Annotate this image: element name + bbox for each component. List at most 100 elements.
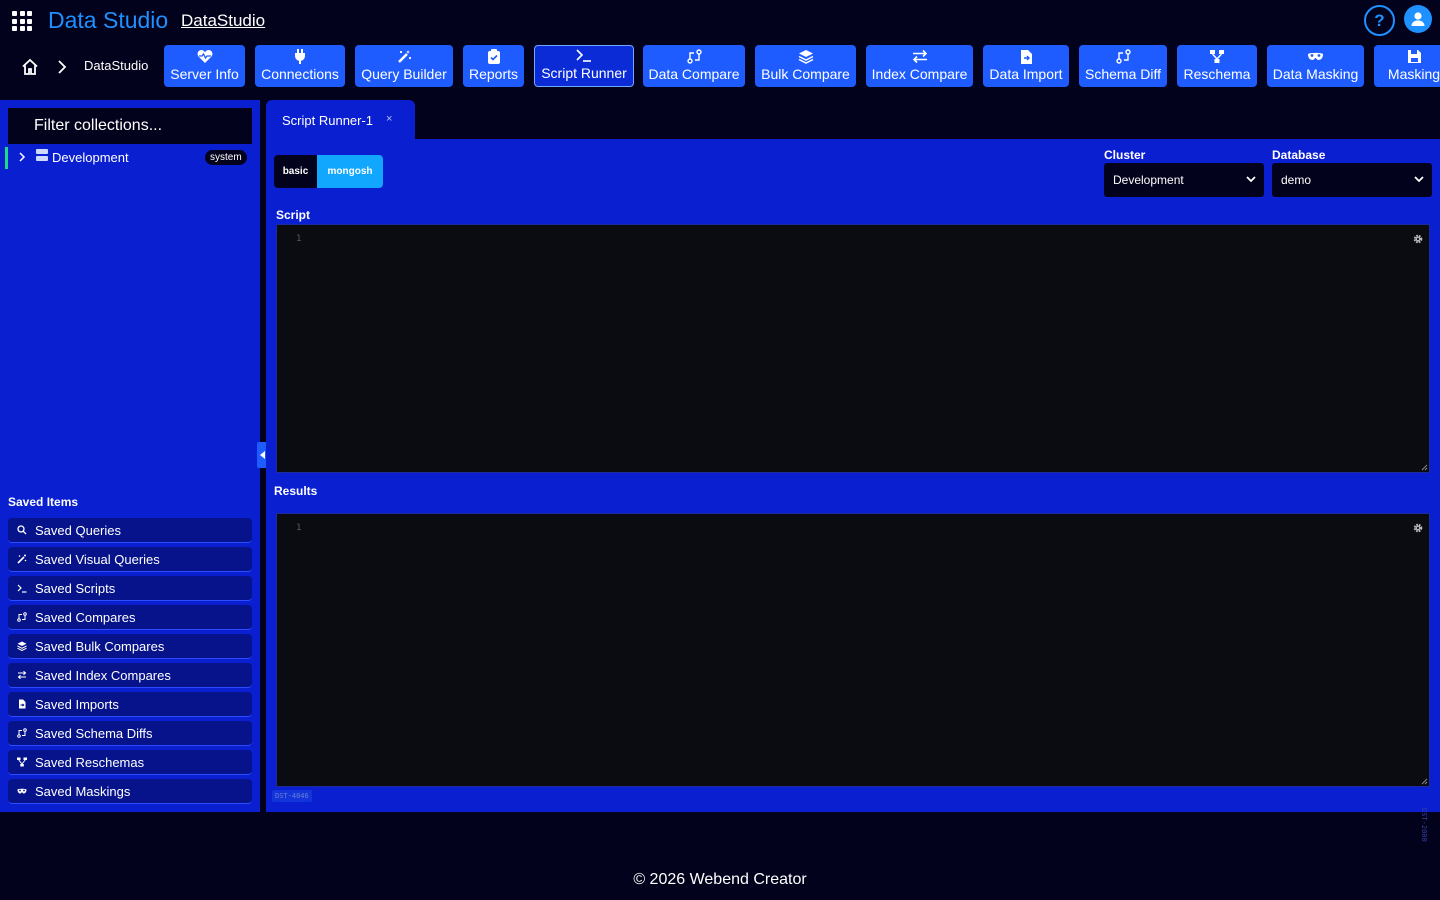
arrows-swap-icon — [17, 670, 27, 680]
tool-label: Data Masking — [1272, 66, 1359, 82]
saved-visual-queries-item[interactable]: Saved Visual Queries — [8, 547, 252, 572]
footer-copyright: © 2026 Webend Creator — [633, 871, 807, 888]
saved-imports-item[interactable]: Saved Imports — [8, 692, 252, 717]
tool-label: Server Info — [170, 66, 239, 82]
saved-reschemas-item[interactable]: Saved Reschemas — [8, 750, 252, 775]
saved-items-heading: Saved Items — [8, 495, 79, 509]
saved-item-label: Saved Scripts — [35, 580, 116, 596]
tool-label: Data Compare — [648, 66, 740, 82]
tool-label: Masking — [1387, 66, 1440, 82]
saved-item-label: Saved Reschemas — [35, 754, 145, 770]
resize-handle-icon[interactable] — [1420, 463, 1428, 471]
side-build-tag: DST-2000 — [1420, 808, 1428, 842]
saved-index-compares-item[interactable]: Saved Index Compares — [8, 663, 252, 688]
app-home-link[interactable]: DataStudio — [181, 11, 265, 31]
chevron-down-icon — [1246, 176, 1256, 183]
diagram-icon — [1210, 50, 1224, 63]
saved-items-list: Saved Queries Saved Visual Queries Saved… — [8, 518, 252, 808]
home-icon[interactable] — [20, 57, 40, 77]
tool-query-builder-button[interactable]: Query Builder — [355, 45, 453, 87]
line-number: 1 — [296, 523, 302, 533]
cluster-label: Cluster — [1104, 148, 1146, 162]
script-runner-panel: basic mongosh Cluster Development Databa… — [266, 139, 1440, 812]
mode-mongosh-button[interactable]: mongosh — [317, 155, 383, 188]
arrows-swap-icon — [912, 49, 927, 64]
saved-queries-item[interactable]: Saved Queries — [8, 518, 252, 543]
tab-label: Script Runner-1 — [282, 113, 374, 128]
cluster-select[interactable]: Development — [1104, 163, 1264, 197]
saved-item-label: Saved Imports — [35, 696, 119, 712]
sidebar: Development system Saved Items Saved Que… — [0, 100, 260, 812]
magic-wand-icon — [17, 554, 27, 564]
tool-data-import-button[interactable]: Data Import — [983, 45, 1069, 87]
file-import-icon — [1020, 50, 1032, 64]
database-select[interactable]: demo — [1272, 163, 1432, 197]
tool-label: Reports — [468, 66, 519, 82]
saved-compares-item[interactable]: Saved Compares — [8, 605, 252, 630]
resize-handle-icon[interactable] — [1420, 777, 1428, 785]
script-editor[interactable]: 1 — [276, 224, 1430, 473]
tool-label: Reschema — [1183, 66, 1251, 82]
top-bar: Data Studio DataStudio ? — [0, 0, 1440, 42]
save-icon — [1407, 50, 1421, 63]
saved-item-label: Saved Index Compares — [35, 667, 171, 683]
heart-pulse-icon — [197, 50, 212, 63]
script-label: Script — [276, 208, 311, 222]
tab-close-button[interactable]: × — [386, 113, 392, 125]
user-avatar-button[interactable] — [1404, 5, 1432, 33]
tree-item-label: Development — [52, 150, 129, 165]
file-import-icon — [19, 699, 26, 709]
help-button[interactable]: ? — [1364, 5, 1395, 36]
saved-item-label: Saved Compares — [35, 609, 136, 625]
compare-icon — [17, 728, 27, 738]
saved-bulk-compares-item[interactable]: Saved Bulk Compares — [8, 634, 252, 659]
chevron-right-icon[interactable] — [18, 151, 26, 163]
breadcrumb-current[interactable]: DataStudio — [84, 58, 148, 73]
tool-data-compare-button[interactable]: Data Compare — [643, 45, 745, 87]
plug-icon — [295, 49, 305, 64]
caret-left-icon — [259, 451, 265, 459]
mode-toggle: basic mongosh — [274, 155, 383, 188]
clipboard-check-icon — [487, 49, 500, 64]
tool-label: Connections — [261, 66, 339, 82]
filter-collections-input[interactable] — [8, 108, 252, 144]
saved-item-label: Saved Visual Queries — [35, 551, 160, 567]
tool-label: Bulk Compare — [761, 66, 850, 82]
tool-schema-diff-button[interactable]: Schema Diff — [1079, 45, 1167, 87]
tool-label: Script Runner — [541, 65, 627, 81]
tool-script-runner-button[interactable]: Script Runner — [534, 45, 634, 87]
tool-server-info-button[interactable]: Server Info — [164, 45, 245, 87]
system-badge: system — [205, 150, 247, 165]
saved-schema-diffs-item[interactable]: Saved Schema Diffs — [8, 721, 252, 746]
layers-icon — [17, 641, 27, 651]
results-label: Results — [274, 484, 318, 498]
gear-icon[interactable] — [1412, 233, 1424, 245]
tool-reports-button[interactable]: Reports — [463, 45, 524, 87]
mask-icon — [1308, 52, 1323, 60]
tool-reschema-button[interactable]: Reschema — [1177, 45, 1257, 87]
breadcrumb-chevron-icon — [58, 60, 67, 74]
tab-script-runner-1[interactable]: Script Runner-1 × — [266, 100, 415, 140]
tool-bulk-compare-button[interactable]: Bulk Compare — [755, 45, 856, 87]
tool-connections-button[interactable]: Connections — [255, 45, 345, 87]
search-icon — [17, 525, 27, 535]
results-editor[interactable]: 1 — [276, 513, 1430, 787]
main-area: Script Runner-1 × basic mongosh Cluster … — [266, 100, 1440, 812]
tool-data-masking-button[interactable]: Data Masking — [1267, 45, 1364, 87]
line-number: 1 — [296, 234, 302, 244]
gear-icon[interactable] — [1412, 522, 1424, 534]
compare-icon — [17, 612, 27, 622]
saved-maskings-item[interactable]: Saved Maskings — [8, 779, 252, 804]
tool-index-compare-button[interactable]: Index Compare — [866, 45, 973, 87]
tree-item-development[interactable]: Development system — [5, 147, 252, 169]
mode-basic-button[interactable]: basic — [274, 155, 317, 188]
saved-item-label: Saved Queries — [35, 522, 121, 538]
chevron-down-icon — [1414, 176, 1424, 183]
tool-label: Query Builder — [361, 66, 447, 82]
saved-item-label: Saved Maskings — [35, 783, 131, 799]
app-grid-icon[interactable] — [12, 11, 32, 31]
tool-label: Data Import — [989, 66, 1063, 82]
tool-masking-button[interactable]: Masking — [1374, 45, 1440, 87]
cluster-select-value: Development — [1113, 173, 1184, 187]
saved-scripts-item[interactable]: Saved Scripts — [8, 576, 252, 601]
